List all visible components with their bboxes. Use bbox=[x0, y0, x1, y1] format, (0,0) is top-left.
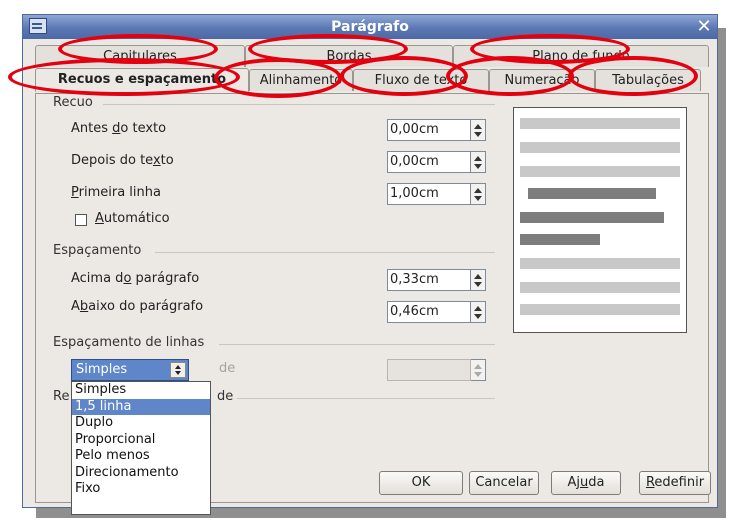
divider bbox=[155, 252, 495, 253]
help-button[interactable]: Ajuda bbox=[551, 471, 621, 495]
preview-line bbox=[520, 142, 680, 153]
window-title: Parágrafo bbox=[331, 19, 409, 35]
automatic-label: Automático bbox=[95, 211, 170, 226]
after-text-label: Depois do texto bbox=[71, 153, 174, 168]
before-text-input[interactable]: 0,00cm bbox=[387, 119, 471, 141]
annotation-circle bbox=[214, 58, 342, 98]
after-text-spinner[interactable]: 0,00cm bbox=[387, 151, 487, 173]
divider bbox=[103, 104, 495, 105]
spin-buttons bbox=[471, 359, 486, 381]
before-text-spinner[interactable]: 0,00cm bbox=[387, 119, 487, 141]
above-paragraph-input[interactable]: 0,33cm bbox=[387, 269, 471, 291]
line-spacing-select[interactable]: Simples bbox=[71, 359, 189, 381]
preview-line bbox=[520, 304, 680, 315]
preview-line bbox=[520, 258, 680, 269]
window-menu-icon[interactable] bbox=[29, 18, 47, 34]
line-spacing-value: Simples bbox=[76, 362, 128, 377]
preview-line bbox=[528, 188, 656, 199]
first-line-spinner[interactable]: 1,00cm bbox=[387, 183, 487, 205]
before-text-label: Antes do texto bbox=[71, 121, 167, 136]
divider bbox=[219, 344, 495, 345]
spin-buttons[interactable] bbox=[471, 301, 486, 323]
preview-line bbox=[520, 212, 664, 223]
automatic-checkbox[interactable] bbox=[75, 214, 87, 226]
option-pelo-menos[interactable]: Pelo menos bbox=[72, 448, 210, 465]
section-register-start: Re bbox=[53, 389, 70, 404]
chevron-updown-icon[interactable] bbox=[170, 362, 186, 378]
close-icon[interactable]: ✕ bbox=[695, 18, 713, 36]
below-paragraph-label: Abaixo do parágrafo bbox=[71, 299, 204, 314]
annotation-circle bbox=[8, 58, 240, 96]
section-register-end: de bbox=[217, 389, 234, 404]
spin-buttons[interactable] bbox=[471, 183, 486, 205]
reset-button[interactable]: Redefinir bbox=[639, 471, 711, 495]
cancel-button[interactable]: Cancelar bbox=[469, 471, 539, 495]
annotation-circle bbox=[446, 56, 574, 96]
preview-line bbox=[520, 282, 680, 293]
option-duplo[interactable]: Duplo bbox=[72, 415, 210, 432]
divider bbox=[237, 398, 495, 399]
option-fixo[interactable]: Fixo bbox=[72, 481, 210, 498]
line-spacing-dropdown[interactable]: Simples 1,5 linha Duplo Proporcional Pel… bbox=[71, 381, 211, 515]
preview-line bbox=[520, 234, 600, 245]
ok-button[interactable]: OK bbox=[379, 471, 463, 495]
annotation-circle bbox=[568, 56, 698, 96]
section-spacing: Espaçamento bbox=[53, 243, 142, 258]
option-simples[interactable]: Simples bbox=[72, 382, 210, 399]
first-line-label: Primeira linha bbox=[71, 185, 161, 200]
below-paragraph-spinner[interactable]: 0,46cm bbox=[387, 301, 487, 323]
after-text-input[interactable]: 0,00cm bbox=[387, 151, 471, 173]
above-paragraph-label: Acima do parágrafo bbox=[71, 271, 200, 286]
section-line-spacing: Espaçamento de linhas bbox=[53, 335, 205, 350]
above-paragraph-spinner[interactable]: 0,33cm bbox=[387, 269, 487, 291]
spin-buttons[interactable] bbox=[471, 151, 486, 173]
line-spacing-value-spinner bbox=[387, 359, 487, 381]
option-proporcional[interactable]: Proporcional bbox=[72, 432, 210, 449]
preview-line bbox=[520, 166, 680, 177]
spin-buttons[interactable] bbox=[471, 119, 486, 141]
option-1-5-linha[interactable]: 1,5 linha bbox=[72, 398, 210, 415]
line-spacing-value-input bbox=[387, 359, 471, 381]
paragraph-preview bbox=[513, 107, 687, 333]
first-line-input[interactable]: 1,00cm bbox=[387, 183, 471, 205]
section-indent: Recuo bbox=[53, 95, 93, 110]
below-paragraph-input[interactable]: 0,46cm bbox=[387, 301, 471, 323]
spin-buttons[interactable] bbox=[471, 269, 486, 291]
preview-line bbox=[520, 118, 680, 129]
of-label: de bbox=[219, 361, 236, 376]
option-direcionamento[interactable]: Direcionamento bbox=[72, 465, 210, 482]
